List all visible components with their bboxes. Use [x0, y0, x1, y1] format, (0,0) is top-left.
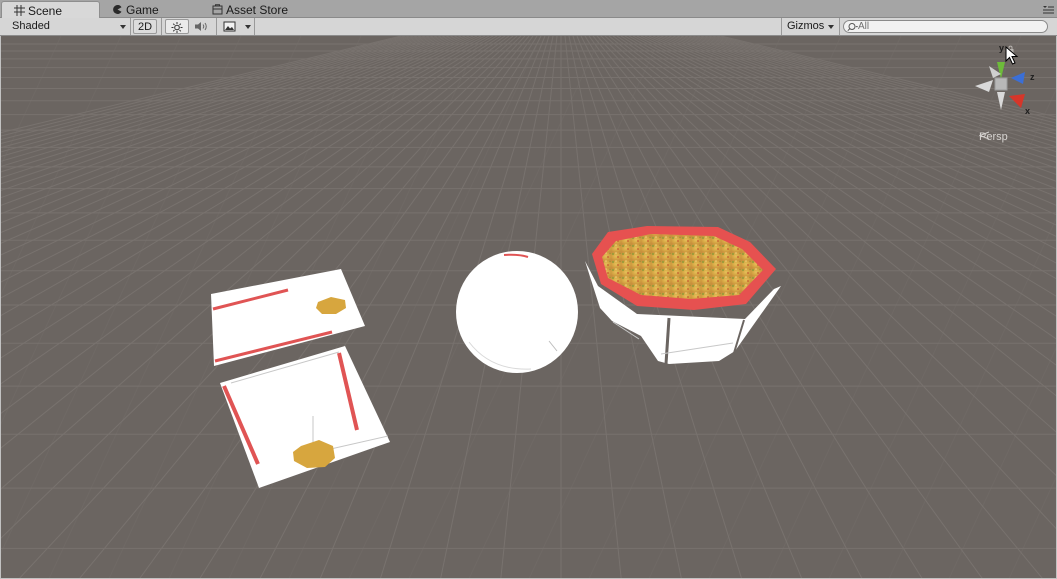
- speaker-icon: [195, 22, 207, 31]
- tab-bar: Scene Game Asset Store: [0, 0, 1057, 18]
- toolbar-divider: [839, 18, 840, 35]
- gizmos-dropdown[interactable]: Gizmos: [782, 19, 838, 34]
- gizmo-neg-y-cone[interactable]: [997, 92, 1005, 110]
- toolbar-divider: [161, 18, 162, 35]
- gizmo-y-label: y: [999, 43, 1005, 53]
- search-input[interactable]: [858, 21, 1038, 32]
- white-sphere[interactable]: [456, 251, 578, 373]
- tab-label: Asset Store: [226, 3, 289, 17]
- scene-viewport[interactable]: y z x Persp: [1, 36, 1056, 578]
- scene-toolbar: Shaded 2D Gizmos: [0, 18, 1057, 36]
- chevron-down-icon: [245, 25, 251, 29]
- mouse-cursor-icon: [1005, 46, 1019, 65]
- store-icon: [212, 4, 224, 15]
- gizmo-x-cone[interactable]: [1009, 94, 1025, 108]
- chevron-down-icon: [828, 25, 834, 29]
- tab-menu-icon[interactable]: [1042, 4, 1054, 16]
- shading-mode-dropdown[interactable]: Shaded: [0, 19, 130, 34]
- gizmo-x-label: x: [1025, 106, 1031, 116]
- toolbar-divider: [254, 18, 255, 35]
- image-icon: [223, 21, 236, 32]
- tab-asset-store[interactable]: Asset Store: [200, 1, 310, 18]
- gizmos-label: Gizmos: [787, 20, 825, 32]
- projection-toggle[interactable]: Persp: [979, 131, 1008, 143]
- tab-scene[interactable]: Scene: [1, 1, 100, 18]
- gizmo-neg-x-cone[interactable]: [975, 80, 993, 92]
- tab-label: Game: [126, 3, 159, 17]
- pacman-icon: [112, 4, 124, 15]
- toolbar-divider: [130, 18, 131, 35]
- shading-mode-label: Shaded: [12, 20, 50, 32]
- scene-lighting-button[interactable]: [165, 19, 189, 34]
- chevron-down-icon: [120, 25, 126, 29]
- 2d-label: 2D: [137, 21, 153, 33]
- gizmo-z-cone[interactable]: [1011, 72, 1025, 84]
- tab-game[interactable]: Game: [100, 1, 200, 18]
- search-icon: [847, 23, 858, 32]
- sun-icon: [171, 22, 183, 33]
- gizmo-y-cone[interactable]: [997, 62, 1005, 79]
- scene-effects-dropdown[interactable]: [219, 19, 253, 34]
- toolbar-divider: [216, 18, 217, 35]
- 2d-toggle-button[interactable]: 2D: [133, 19, 157, 34]
- perspective-icon: [979, 131, 990, 140]
- tab-label: Scene: [28, 4, 63, 18]
- open-box-bottom[interactable]: [220, 346, 390, 488]
- grid-icon: [14, 5, 26, 16]
- gizmo-center-cube[interactable]: [994, 77, 1008, 91]
- search-field[interactable]: [843, 20, 1048, 33]
- gizmo-z-label: z: [1030, 72, 1035, 82]
- scene-audio-button[interactable]: [190, 19, 214, 34]
